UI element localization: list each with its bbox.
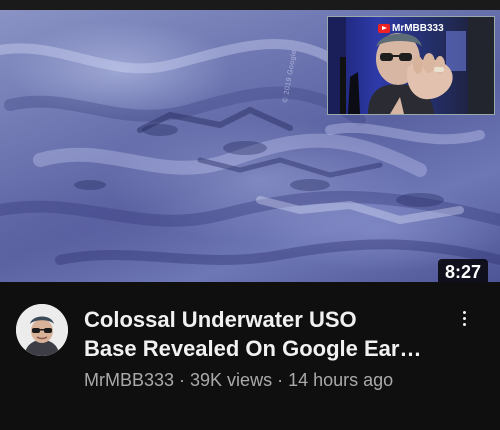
upload-age: 14 hours ago <box>288 370 394 390</box>
inset-channel-tag: MrMBB333 <box>378 23 444 34</box>
video-metadata: MrMBB333 · 39K views · 14 hours ago <box>84 370 393 391</box>
duration-badge: 8:27 <box>437 259 488 282</box>
menu-dot <box>462 316 466 320</box>
menu-dot <box>462 322 466 326</box>
view-count: 39K views <box>190 370 273 390</box>
video-title-line-1: Colossal Underwater USO <box>84 307 357 332</box>
avatar-image <box>16 304 68 356</box>
meta-separator: · <box>174 370 191 390</box>
meta-separator: · <box>272 370 289 390</box>
video-card[interactable]: © 2019 Google 8:27 MrMBB333 Colossal Und… <box>0 0 500 430</box>
more-vert-icon[interactable] <box>452 304 476 332</box>
channel-avatar[interactable] <box>16 304 68 356</box>
inset-channel-name: MrMBB333 <box>392 23 444 34</box>
channel-name[interactable]: MrMBB333 <box>84 370 174 390</box>
menu-dot <box>462 310 466 314</box>
youtube-logo-icon <box>378 24 390 33</box>
video-title[interactable]: Colossal Underwater USO Base Revealed On… <box>84 305 454 363</box>
presenter-inset: MrMBB333 <box>327 16 495 115</box>
video-title-line-2: Base Revealed On Google Ear… <box>84 336 422 361</box>
